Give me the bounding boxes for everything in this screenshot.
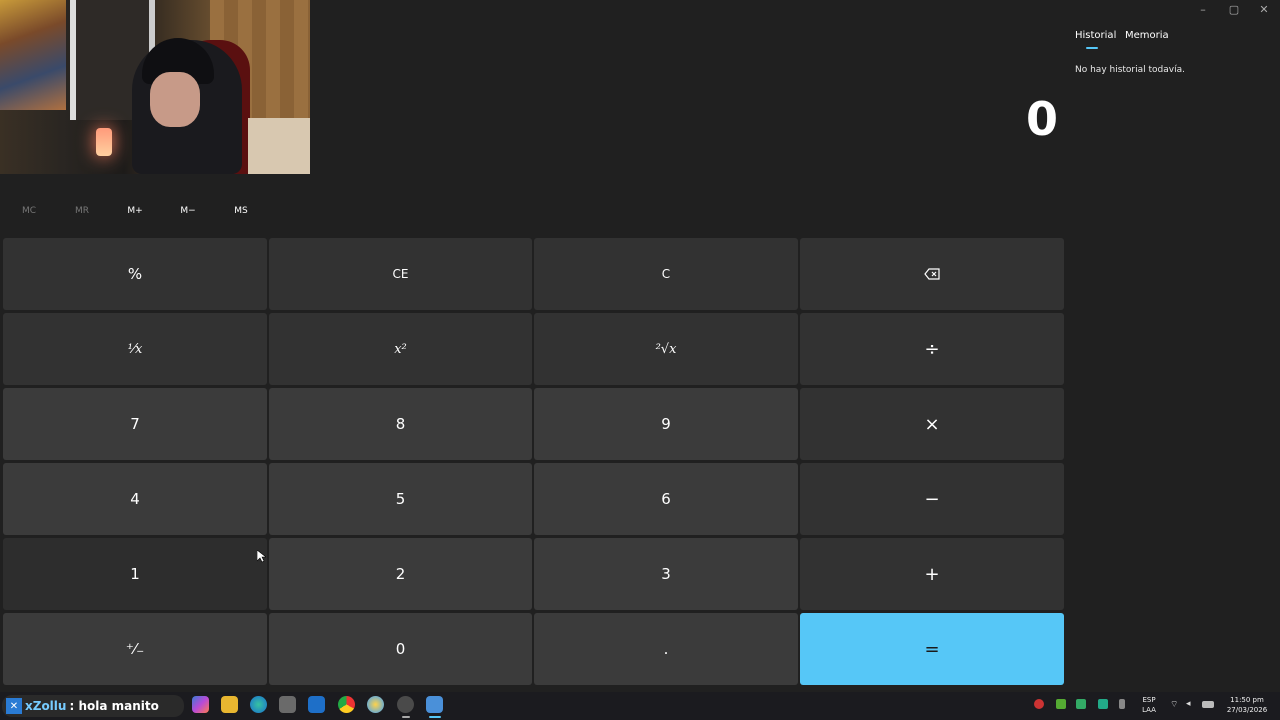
calculator-window: – ▢ ✕ 0 MC MR M+ M− MS % CE C ¹⁄x x² ²√x…: [0, 0, 1280, 720]
memory-subtract-button[interactable]: M−: [171, 206, 205, 216]
clear-entry-button[interactable]: CE: [269, 238, 532, 310]
digit-0-button[interactable]: 0: [269, 613, 532, 685]
security-icon[interactable]: [1098, 699, 1108, 709]
tab-memoria[interactable]: Memoria: [1125, 30, 1169, 41]
divide-button[interactable]: ÷: [800, 313, 1064, 385]
mouse-cursor-icon: [257, 550, 266, 563]
clock[interactable]: 11:50 pm 27/03/2026: [1222, 695, 1272, 715]
outlook-icon[interactable]: [308, 696, 325, 713]
chat-badge-icon: ✕: [6, 698, 22, 714]
chat-message: : hola manito: [69, 699, 159, 713]
active-tab-indicator: [1086, 47, 1098, 49]
digit-3-button[interactable]: 3: [534, 538, 798, 610]
chrome-icon[interactable]: [338, 696, 355, 713]
chat-username: xZollu: [25, 699, 67, 713]
language-code: ESP: [1142, 696, 1156, 704]
clock-time: 11:50 pm: [1230, 696, 1264, 704]
webcam-overlay: [0, 0, 310, 174]
edge-icon[interactable]: [250, 696, 267, 713]
gemini-icon[interactable]: [367, 696, 384, 713]
equals-button[interactable]: =: [800, 613, 1064, 685]
negate-button[interactable]: ⁺⁄₋: [3, 613, 267, 685]
maximize-icon[interactable]: ▢: [1224, 3, 1244, 19]
clock-date: 27/03/2026: [1226, 706, 1268, 714]
square-button[interactable]: x²: [269, 313, 532, 385]
desk: [248, 118, 310, 174]
backspace-icon: [924, 268, 940, 280]
clear-button[interactable]: C: [534, 238, 798, 310]
result-display: 0: [1025, 92, 1058, 146]
reciprocal-button[interactable]: ¹⁄x: [3, 313, 267, 385]
copilot-icon[interactable]: [192, 696, 209, 713]
active-app-indicator: [429, 716, 441, 718]
tab-historial[interactable]: Historial: [1075, 30, 1116, 41]
digit-4-button[interactable]: 4: [3, 463, 267, 535]
tray-app-icon-2[interactable]: [1076, 699, 1086, 709]
memory-recall-button[interactable]: MR: [65, 206, 99, 216]
microphone-icon[interactable]: [1119, 699, 1125, 709]
decimal-button[interactable]: .: [534, 613, 798, 685]
chat-overlay: ✕ xZollu : hola manito: [2, 695, 184, 717]
minimize-icon[interactable]: –: [1193, 3, 1213, 19]
digit-2-button[interactable]: 2: [269, 538, 532, 610]
minus-button[interactable]: −: [800, 463, 1064, 535]
poster: [0, 0, 66, 110]
memory-store-button[interactable]: MS: [224, 206, 258, 216]
file-explorer-icon[interactable]: [221, 696, 238, 713]
nvidia-icon[interactable]: [1056, 699, 1066, 709]
close-icon[interactable]: ✕: [1254, 3, 1274, 19]
tray-app-icon[interactable]: [1034, 699, 1044, 709]
running-indicator: [402, 716, 410, 718]
digit-9-button[interactable]: 9: [534, 388, 798, 460]
history-empty-message: No hay historial todavía.: [1075, 65, 1185, 75]
obs-icon[interactable]: [397, 696, 414, 713]
plus-button[interactable]: +: [800, 538, 1064, 610]
digit-8-button[interactable]: 8: [269, 388, 532, 460]
wifi-icon[interactable]: ⌔: [1170, 699, 1180, 710]
lamp: [96, 128, 112, 156]
keyboard-layout: LAA: [1142, 706, 1156, 714]
memory-add-button[interactable]: M+: [118, 206, 152, 216]
backspace-button[interactable]: [800, 238, 1064, 310]
calculator-app-icon[interactable]: [426, 696, 443, 713]
memory-clear-button[interactable]: MC: [12, 206, 46, 216]
digit-7-button[interactable]: 7: [3, 388, 267, 460]
face: [150, 72, 200, 127]
square-root-button[interactable]: ²√x: [534, 313, 798, 385]
language-indicator[interactable]: ESP LAA: [1139, 695, 1159, 715]
percent-button[interactable]: %: [3, 238, 267, 310]
digit-6-button[interactable]: 6: [534, 463, 798, 535]
digit-1-button[interactable]: 1: [3, 538, 267, 610]
volume-icon[interactable]: ◂: [1186, 699, 1196, 709]
digit-5-button[interactable]: 5: [269, 463, 532, 535]
battery-icon[interactable]: [1202, 701, 1214, 708]
multiply-button[interactable]: ×: [800, 388, 1064, 460]
store-icon[interactable]: [279, 696, 296, 713]
